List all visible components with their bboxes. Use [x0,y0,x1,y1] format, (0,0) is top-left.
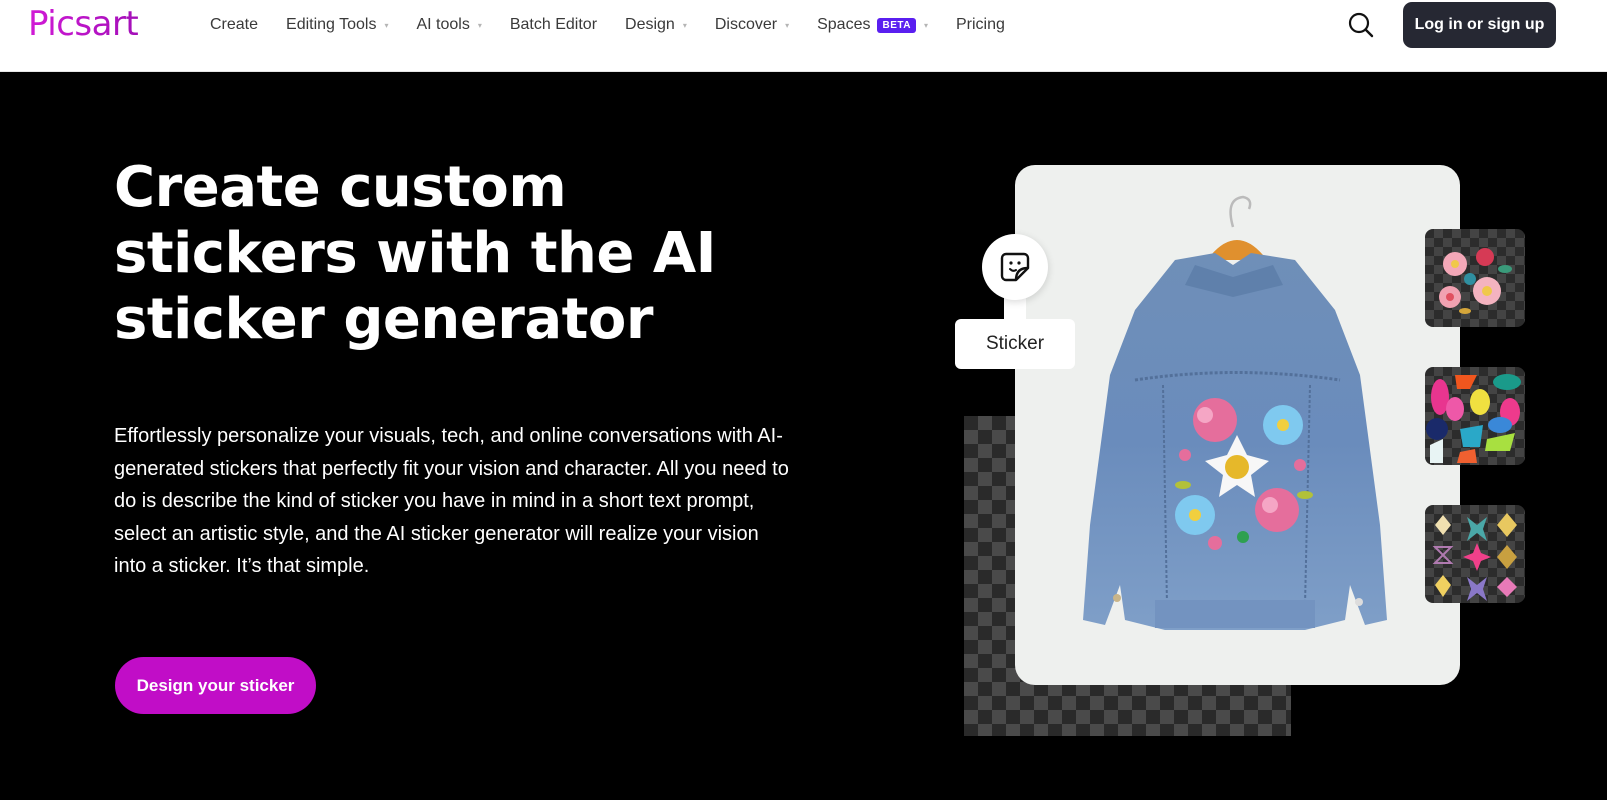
main-nav: Create Editing Tools ▾ AI tools ▾ Batch … [210,0,1033,50]
nav-design[interactable]: Design ▾ [625,16,687,34]
nav-spaces[interactable]: Spaces BETA ▾ [817,16,928,34]
nav-ai-tools-label: AI tools [416,16,470,33]
sticker-label: Sticker [955,319,1075,369]
jacket-photo [1015,165,1460,685]
nav-discover[interactable]: Discover ▾ [715,16,789,34]
nav-ai-tools[interactable]: AI tools ▾ [416,16,481,34]
nav-design-label: Design [625,16,675,33]
hero-description: Effortlessly personalize your visuals, t… [114,425,789,577]
chevron-down-icon: ▾ [682,20,687,30]
picsart-logo[interactable]: Picsart [28,4,139,44]
design-your-sticker-button[interactable]: Design your sticker [115,657,316,714]
search-button[interactable] [1347,11,1375,39]
sticker-thumbnail-ornaments[interactable] [1425,505,1525,603]
gem-sticker-image [1426,374,1521,463]
nav-editing-tools-label: Editing Tools [286,16,377,33]
nav-batch-editor-label: Batch Editor [509,16,598,33]
sticker-badge[interactable] [982,234,1048,300]
sticker-thumbnail-floral[interactable] [1425,229,1525,327]
denim-jacket-image [1083,195,1387,630]
ornament-sticker-image [1432,513,1517,601]
login-signup-button[interactable]: Log in or sign up [1403,2,1556,48]
chevron-down-icon: ▾ [477,20,482,30]
top-navbar: Picsart Create Editing Tools ▾ AI tools … [0,0,1607,72]
sticker-thumbnail-gems[interactable] [1425,367,1525,465]
chevron-down-icon: ▾ [923,20,928,30]
chevron-down-icon: ▾ [384,20,389,30]
hero-title: Create custom stickers with the AI stick… [114,155,717,352]
nav-create[interactable]: Create [210,16,258,34]
search-icon [1348,12,1374,38]
sticker-icon [1000,252,1030,282]
nav-batch-editor[interactable]: Batch Editor [510,16,597,34]
nav-editing-tools[interactable]: Editing Tools ▾ [286,16,388,34]
nav-pricing[interactable]: Pricing [956,16,1005,34]
nav-spaces-label: Spaces [817,16,871,33]
nav-pricing-label: Pricing [955,16,1005,33]
beta-badge: BETA [877,17,916,33]
nav-discover-label: Discover [714,16,778,33]
floral-sticker-image [1439,248,1512,314]
nav-create-label: Create [210,16,259,33]
chevron-down-icon: ▾ [785,20,790,30]
